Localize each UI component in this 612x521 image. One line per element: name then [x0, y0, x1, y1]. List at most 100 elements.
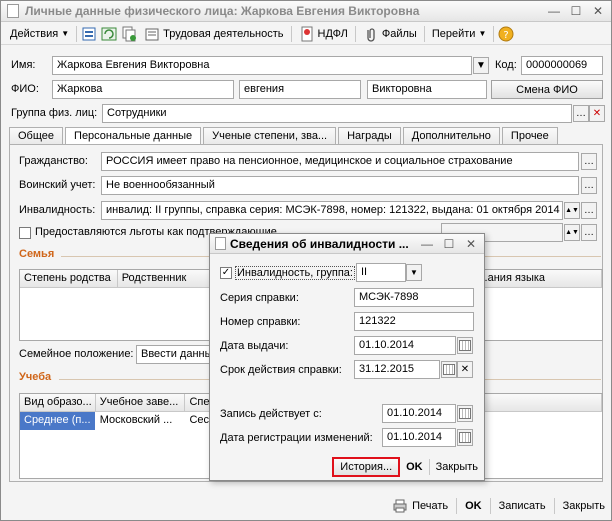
registration-date-label: Дата регистрации изменений: — [220, 432, 373, 444]
select-icon[interactable]: … — [581, 177, 597, 194]
tab-bar: Общее Персональные данные Ученые степени… — [9, 127, 558, 146]
separator — [290, 25, 292, 42]
column-header[interactable]: Учебное заве... — [96, 394, 186, 411]
dialog-close-button[interactable]: Закрыть — [436, 461, 478, 473]
chevron-down-icon[interactable]: ▼ — [473, 57, 489, 74]
clear-icon[interactable]: ✕ — [457, 361, 473, 378]
disability-dialog: Сведения об инвалидности ... — ☐ ✕ ✓ Инв… — [209, 233, 485, 481]
help-icon[interactable]: ? — [498, 26, 514, 42]
select-icon[interactable]: … — [581, 153, 597, 170]
dialog-title: Сведения об инвалидности ... — [230, 236, 409, 251]
registration-date-input[interactable]: 01.10.2014 — [382, 428, 456, 447]
minimize-icon[interactable]: — — [420, 237, 434, 251]
close-icon[interactable]: ✕ — [591, 4, 605, 18]
close-button[interactable]: Закрыть — [563, 500, 605, 512]
effective-from-label: Запись действует с: — [220, 408, 322, 420]
marital-input[interactable]: Ввести данны — [136, 345, 210, 364]
select-icon[interactable]: … — [573, 105, 589, 122]
actions-label: Действия — [10, 27, 59, 40]
main-window: Личные данные физического лица: Жаркова … — [0, 0, 612, 521]
actions-menu[interactable]: Действия ▼ — [7, 28, 72, 40]
calendar-icon[interactable] — [457, 405, 473, 422]
tab-other[interactable]: Прочее — [501, 127, 558, 145]
disability-input[interactable]: инвалид: II группы, справка серия: МСЭК-… — [101, 201, 563, 220]
paperclip-icon — [363, 26, 379, 42]
separator — [76, 25, 78, 42]
table-cell[interactable]: Московский ... — [95, 412, 186, 430]
printer-icon — [392, 498, 408, 514]
print-button[interactable]: Печать — [392, 498, 448, 514]
work-activity-button[interactable]: Трудовая деятельность — [141, 26, 286, 42]
marital-label: Семейное положение: — [19, 348, 134, 360]
table-cell[interactable]: Среднее (п... — [20, 412, 96, 430]
code-input[interactable]: 0000000069 — [521, 56, 603, 75]
svg-text:?: ? — [504, 30, 509, 41]
chevron-down-icon[interactable]: ▼ — [406, 264, 422, 281]
tab-awards[interactable]: Награды — [338, 127, 401, 145]
goto-label: Перейти — [431, 27, 476, 40]
calendar-icon[interactable] — [457, 429, 473, 446]
study-title: Учеба — [19, 371, 52, 383]
effective-from-input[interactable]: 01.10.2014 — [382, 404, 456, 423]
spin-icon[interactable]: ▲▼ — [564, 202, 580, 219]
dialog-ok-button[interactable]: OK — [406, 461, 423, 473]
valid-until-input[interactable]: 31.12.2015 — [354, 360, 440, 379]
ndfl-icon — [299, 26, 315, 42]
close-icon[interactable]: ✕ — [464, 237, 478, 251]
tab-general[interactable]: Общее — [9, 127, 64, 145]
issue-date-input[interactable]: 01.10.2014 — [354, 336, 456, 355]
copy-icon[interactable] — [121, 26, 137, 42]
series-input[interactable]: МСЭК-7898 — [354, 288, 474, 307]
disability-group-checkbox[interactable]: ✓ — [220, 267, 232, 279]
column-header[interactable]: Степень родства — [20, 270, 118, 287]
window-title: Личные данные физического лица: Жаркова … — [25, 4, 420, 18]
maximize-icon[interactable]: ☐ — [569, 4, 583, 18]
separator — [493, 25, 495, 42]
goto-menu[interactable]: Перейти ▼ — [429, 28, 490, 40]
column-header[interactable]: ...ания языка — [474, 270, 602, 287]
history-button[interactable]: История... — [332, 457, 401, 477]
change-fio-button[interactable]: Смена ФИО — [491, 80, 603, 99]
disability-label: Инвалидность: — [19, 204, 96, 216]
citizenship-input[interactable]: РОССИЯ имеет право на пенсионное, медици… — [101, 152, 579, 171]
firstname-input[interactable]: евгения — [239, 80, 361, 99]
tab-degrees[interactable]: Ученые степени, зва... — [203, 127, 337, 145]
clear-icon[interactable]: ✕ — [589, 105, 605, 122]
surname-input[interactable]: Жаркова — [52, 80, 234, 99]
structure-icon[interactable] — [81, 26, 97, 42]
select-icon[interactable]: … — [581, 202, 597, 219]
ndfl-label: НДФЛ — [317, 27, 348, 40]
ndfl-button[interactable]: НДФЛ — [296, 26, 351, 42]
number-label: Номер справки: — [220, 316, 301, 328]
print-label: Печать — [412, 500, 449, 512]
dialog-title-bar: Сведения об инвалидности ... — ☐ ✕ — [210, 234, 484, 254]
refresh-icon[interactable] — [101, 26, 117, 42]
patronymic-input[interactable]: Викторовна — [367, 80, 487, 99]
name-label: Имя: — [11, 59, 36, 71]
tab-additional[interactable]: Дополнительно — [402, 127, 500, 145]
number-input[interactable]: 121322 — [354, 312, 474, 331]
separator — [489, 498, 491, 514]
save-button[interactable]: Записать — [499, 500, 546, 512]
code-label: Код: — [495, 59, 517, 71]
spin-icon[interactable]: ▲▼ — [564, 224, 580, 241]
separator — [428, 459, 430, 475]
military-input[interactable]: Не военнообязанный — [101, 176, 579, 195]
chevron-down-icon: ▼ — [478, 29, 487, 38]
group-input[interactable]: Сотрудники — [102, 104, 572, 123]
calendar-icon[interactable] — [441, 361, 457, 378]
work-activity-label: Трудовая деятельность — [163, 27, 284, 40]
column-header[interactable]: Вид образо... — [20, 394, 96, 411]
benefits-checkbox[interactable] — [19, 227, 31, 239]
ok-button[interactable]: OK — [465, 500, 482, 512]
name-input[interactable]: Жаркова Евгения Викторовна — [52, 56, 472, 75]
minimize-icon[interactable]: — — [547, 4, 561, 18]
maximize-icon[interactable]: ☐ — [442, 237, 456, 251]
disability-group-select[interactable]: II — [356, 263, 406, 282]
separator — [354, 25, 356, 42]
separator — [423, 25, 425, 42]
files-button[interactable]: Файлы — [360, 26, 420, 42]
title-bar: Личные данные физического лица: Жаркова … — [1, 1, 611, 22]
calendar-icon[interactable] — [457, 337, 473, 354]
select-icon[interactable]: … — [581, 224, 597, 241]
